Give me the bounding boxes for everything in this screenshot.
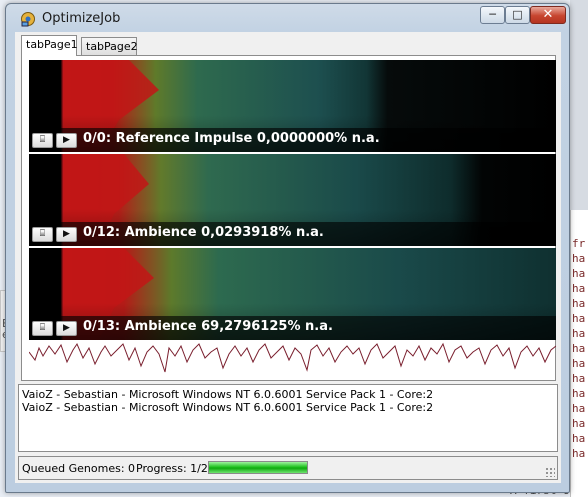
spectrogram-strip: ⌸ ▶ 0/12: Ambience 0,0293918% n.a. (29, 154, 556, 246)
optimize-job-window: OptimizeJob ─ □ ✕ tabPage1 tabPage2 ⌸ ▶ … (5, 3, 570, 493)
save-icon: ⌸ (39, 323, 46, 333)
strip-toolbar: ⌸ ▶ 0/12: Ambience 0,0293918% n.a. (29, 222, 556, 246)
close-icon: ✕ (542, 7, 554, 22)
play-button[interactable]: ▶ (56, 227, 77, 242)
close-button[interactable]: ✕ (530, 6, 566, 24)
save-icon: ⌸ (39, 135, 46, 145)
tab-page2[interactable]: tabPage2 (81, 37, 138, 55)
maximize-button[interactable]: □ (505, 6, 530, 24)
play-icon: ▶ (63, 229, 70, 239)
window-title: OptimizeJob (42, 11, 121, 26)
resize-grip-icon[interactable] (545, 467, 555, 477)
background-window-fragment (570, 0, 588, 210)
strip-label: 0/12: Ambience 0,0293918% n.a. (83, 225, 324, 240)
log-line: VaioZ - Sebastian - Microsoft Windows NT… (22, 388, 434, 401)
progress-fill (209, 462, 307, 473)
tab-page1[interactable]: tabPage1 (21, 35, 78, 56)
app-gear-icon[interactable] (20, 11, 36, 27)
strip-label: 0/13: Ambience 69,2796125% n.a. (83, 319, 333, 334)
background-editor-text: fr ha ha ha ha ha ha ha ha ha ha ha ha h… (572, 237, 586, 460)
status-bar: Queued Genomes: 0 Progress: 1/2 (18, 456, 558, 480)
save-icon: ⌸ (39, 229, 46, 239)
save-impulse-button[interactable]: ⌸ (32, 321, 53, 336)
waveform-graph (29, 342, 556, 373)
spectrogram-strip: ⌸ ▶ 0/13: Ambience 69,2796125% n.a. (29, 248, 556, 340)
strip-toolbar: ⌸ ▶ 0/0: Reference Impulse 0,0000000% n.… (29, 128, 556, 152)
strip-label: 0/0: Reference Impulse 0,0000000% n.a. (83, 131, 380, 146)
log-textbox[interactable]: VaioZ - Sebastian - Microsoft Windows NT… (18, 384, 558, 452)
play-icon: ▶ (63, 135, 70, 145)
title-bar[interactable]: OptimizeJob ─ □ ✕ (6, 4, 569, 32)
log-line: VaioZ - Sebastian - Microsoft Windows NT… (22, 401, 434, 414)
play-icon: ▶ (63, 323, 70, 333)
maximize-icon: □ (512, 8, 523, 21)
minimize-button[interactable]: ─ (480, 6, 505, 24)
spectrogram-strip: ⌸ ▶ 0/0: Reference Impulse 0,0000000% n.… (29, 60, 556, 152)
play-button[interactable]: ▶ (56, 133, 77, 148)
window-client-area: tabPage1 tabPage2 ⌸ ▶ 0/0: Reference Imp… (15, 32, 561, 483)
progress-label: Progress: 1/2 (136, 462, 208, 475)
queued-genomes-label: Queued Genomes: 0 (22, 462, 136, 475)
progress-bar (208, 461, 308, 474)
play-button[interactable]: ▶ (56, 321, 77, 336)
minimize-icon: ─ (489, 8, 496, 21)
tab-panel: ⌸ ▶ 0/0: Reference Impulse 0,0000000% n.… (21, 55, 556, 381)
strip-toolbar: ⌸ ▶ 0/13: Ambience 69,2796125% n.a. (29, 316, 556, 340)
save-impulse-button[interactable]: ⌸ (32, 227, 53, 242)
save-impulse-button[interactable]: ⌸ (32, 133, 53, 148)
